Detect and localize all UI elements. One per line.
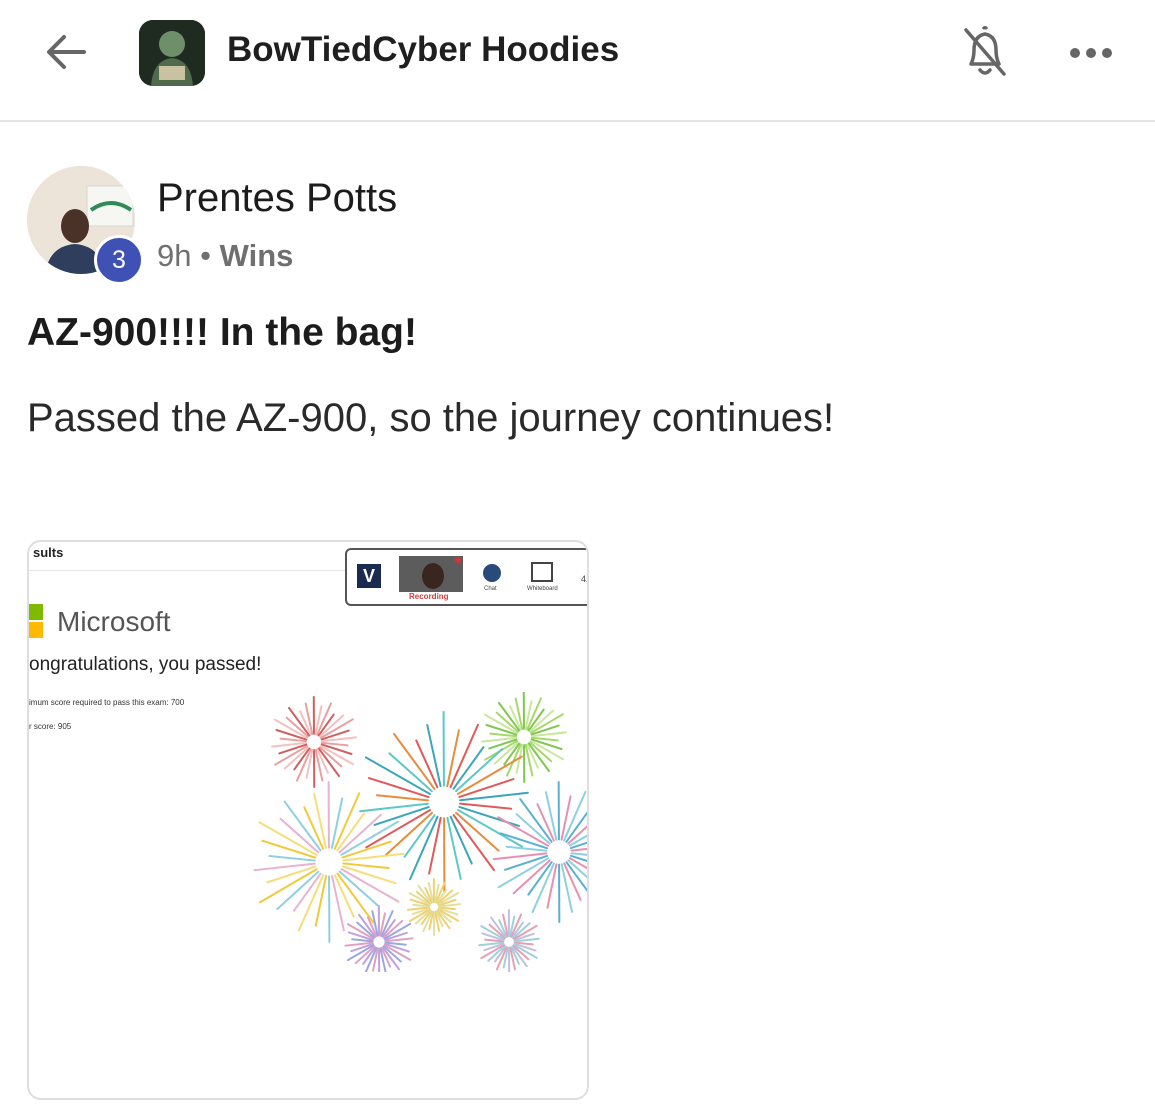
top-bar: BowTiedCyber Hoodies [0,0,1155,122]
min-score-text: imum score required to pass this exam: 7… [29,698,185,707]
proctor-toolbar: V Recording Chat Whiteboard 41 [345,548,587,606]
firework-ray [393,732,436,790]
firework-ray [452,814,495,872]
back-button[interactable] [40,26,92,78]
notification-toggle[interactable] [958,22,1012,82]
firework-ray [505,845,548,852]
level-badge: 3 [94,235,144,285]
meta-separator: • [200,238,211,273]
firework-ray [268,855,316,862]
more-horizontal-icon [1070,48,1112,58]
post-image[interactable]: sults V Recording Chat Whiteboard 41 Mic… [27,540,589,1100]
firework-ray [459,802,513,810]
firework-ray [560,795,572,841]
post-meta: 9h • Wins [157,238,293,274]
congrats-text: ongratulations, you passed! [29,654,262,675]
group-avatar[interactable] [139,20,205,86]
firework-ray [428,816,442,875]
post-time: 9h [157,238,192,273]
chat-icon [483,564,501,582]
chat-label: Chat [484,586,497,592]
firework-ray [456,755,523,795]
firework-ray [330,797,344,849]
bell-off-icon [964,26,1006,76]
post-title: AZ-900!!!! In the bag! [27,311,417,354]
firework-ray [258,821,318,856]
firework-ray [340,868,400,903]
firework-ray [365,809,432,849]
firework-ray [497,857,550,889]
firework-ray [546,863,558,909]
firework-ray [446,729,460,788]
firework-ray [375,794,429,802]
proctor-logo: V [357,564,381,588]
firework-ray [342,862,390,869]
arrow-left-icon [47,35,86,69]
firework-ray [364,756,431,795]
firework-ray [409,815,439,881]
firework-ray [446,816,462,880]
whiteboard-label: Whiteboard [527,586,558,592]
firework-ray [426,724,442,788]
recording-label: Recording [409,592,449,601]
post-category[interactable]: Wins [220,238,294,273]
microsoft-brand: Microsoft [57,606,171,637]
author-name[interactable]: Prentes Potts [157,176,397,221]
firework-ray [567,859,587,879]
your-score-text: r score: 905 [29,722,72,731]
webcam-thumbnail [399,556,463,592]
more-button[interactable] [1066,38,1116,68]
firework-ray [314,875,328,927]
firework-ray [340,820,400,856]
fireworks-illustration [253,692,587,972]
firework-ray [258,868,318,904]
microsoft-logo-icon [29,604,43,638]
group-title: BowTiedCyber Hoodies [227,30,620,69]
whiteboard-icon [531,562,553,582]
firework-ray [449,723,479,789]
toolbar-number: 41 [581,574,587,584]
post-body: Passed the AZ-900, so the journey contin… [27,396,835,440]
firework-ray [457,809,524,848]
